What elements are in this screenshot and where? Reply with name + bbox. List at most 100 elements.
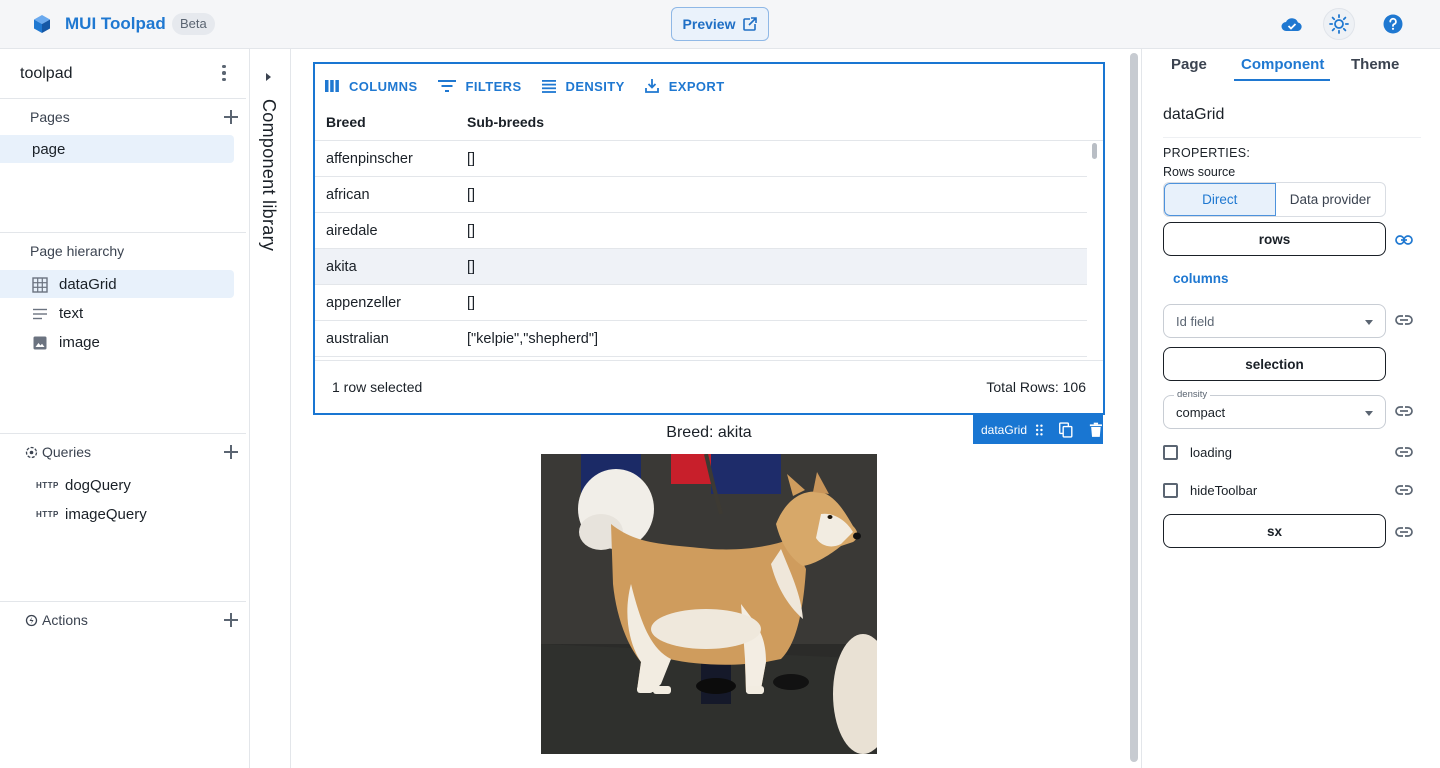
data-grid[interactable]: COLUMNS FILTERS DENSITY EXPORT Breed Sub… xyxy=(313,62,1105,415)
loading-label: loading xyxy=(1190,444,1232,460)
queries-title-label: Queries xyxy=(42,444,92,460)
grid-scrollbar-thumb[interactable] xyxy=(1092,143,1097,159)
hierarchy-item-datagrid[interactable]: dataGrid xyxy=(0,270,234,298)
column-header-breed[interactable]: Breed xyxy=(326,114,366,130)
component-library-strip[interactable]: Component library xyxy=(250,49,291,768)
divider xyxy=(0,601,246,602)
cell-sub-breeds: [] xyxy=(467,150,476,167)
link-off-icon[interactable] xyxy=(1395,446,1413,458)
id-field-select[interactable]: Id field xyxy=(1163,304,1386,338)
open-in-new-icon xyxy=(743,17,758,31)
divider xyxy=(1163,137,1421,138)
link-off-icon[interactable] xyxy=(1395,526,1413,538)
preview-label: Preview xyxy=(682,16,736,32)
breed-text: Breed: akita xyxy=(666,424,752,441)
columns-button[interactable]: COLUMNS xyxy=(325,79,418,94)
link-off-icon[interactable] xyxy=(1395,484,1413,496)
theme-toggle-button[interactable] xyxy=(1323,8,1355,40)
hide-toolbar-checkbox-row[interactable]: hideToolbar xyxy=(1163,480,1257,500)
dog-image xyxy=(541,454,877,754)
beta-badge: Beta xyxy=(172,13,215,35)
project-name: toolpad xyxy=(20,65,73,82)
grid-body: affenpinscher [] african [] airedale [] akita [… xyxy=(315,141,1087,359)
hierarchy-item-text[interactable]: text xyxy=(0,299,234,327)
density-icon xyxy=(541,79,556,93)
help-button[interactable] xyxy=(1377,8,1409,40)
grid-icon xyxy=(32,277,48,293)
actions-title-label: Actions xyxy=(42,612,88,628)
view-column-icon xyxy=(325,80,339,92)
query-item-dogquery[interactable]: HTTP dogQuery xyxy=(0,472,234,498)
density-select[interactable]: density compact xyxy=(1163,389,1386,429)
http-icon: HTTP xyxy=(36,480,59,490)
cell-breed: akita xyxy=(326,258,357,275)
hierarchy-item-image[interactable]: image xyxy=(0,328,234,356)
rows-source-label: Rows source xyxy=(1163,165,1236,179)
rows-source-toggle: Direct Data provider xyxy=(1163,182,1386,217)
rows-source-direct[interactable]: Direct xyxy=(1164,183,1276,216)
hierarchy-item-label: dataGrid xyxy=(59,275,117,293)
rows-source-data-provider[interactable]: Data provider xyxy=(1276,183,1386,216)
component-library-label: Component library xyxy=(259,99,279,252)
page-item-label: page xyxy=(32,140,66,158)
columns-link[interactable]: columns xyxy=(1173,271,1229,286)
add-page-icon[interactable] xyxy=(223,109,239,125)
tab-page[interactable]: Page xyxy=(1171,56,1207,73)
column-header-sub-breeds[interactable]: Sub-breeds xyxy=(467,114,544,130)
canvas-scrollbar[interactable] xyxy=(1130,53,1138,762)
expand-arrow-icon[interactable] xyxy=(266,73,271,81)
query-icon xyxy=(25,446,38,458)
grid-scrollbar[interactable] xyxy=(1090,141,1100,361)
divider xyxy=(0,433,246,434)
more-vert-icon[interactable] xyxy=(216,63,232,83)
table-row[interactable]: african [] xyxy=(315,177,1087,213)
link-off-icon[interactable] xyxy=(1395,405,1413,417)
table-row[interactable]: affenpinscher [] xyxy=(315,141,1087,177)
action-icon xyxy=(25,614,38,626)
query-item-imagequery[interactable]: HTTP imageQuery xyxy=(0,501,234,527)
download-icon xyxy=(644,79,659,93)
pages-title: Pages xyxy=(30,109,70,125)
export-button[interactable]: EXPORT xyxy=(644,79,725,94)
cell-sub-breeds: [] xyxy=(467,222,476,239)
cell-breed: australian xyxy=(326,330,389,347)
id-field-placeholder: Id field xyxy=(1176,313,1215,329)
sx-button[interactable]: sx xyxy=(1163,514,1386,548)
loading-checkbox[interactable] xyxy=(1163,444,1178,460)
editor-canvas: COLUMNS FILTERS DENSITY EXPORT Breed Sub… xyxy=(291,49,1138,768)
hide-toolbar-label: hideToolbar xyxy=(1190,482,1258,498)
link-off-icon[interactable] xyxy=(1395,314,1413,326)
query-item-label: dogQuery xyxy=(65,476,131,494)
table-row[interactable]: australian ["kelpie","shepherd"] xyxy=(315,321,1087,357)
cell-breed: african xyxy=(326,186,370,203)
rows-button[interactable]: rows xyxy=(1163,222,1386,256)
cell-sub-breeds: [] xyxy=(467,294,476,311)
density-floating-label: density xyxy=(1174,389,1211,400)
hierarchy-item-label: image xyxy=(59,333,100,351)
help-icon xyxy=(1383,14,1403,34)
preview-button[interactable]: Preview xyxy=(671,7,769,41)
top-app-bar: MUI Toolpad Beta Preview xyxy=(0,0,1440,49)
grid-header-row: Breed Sub-breeds xyxy=(315,104,1103,141)
density-label: DENSITY xyxy=(565,78,625,94)
page-item[interactable]: page xyxy=(0,135,234,163)
link-icon[interactable] xyxy=(1395,234,1413,246)
density-value: compact xyxy=(1176,404,1226,420)
hide-toolbar-checkbox[interactable] xyxy=(1163,482,1178,498)
density-button[interactable]: DENSITY xyxy=(541,78,625,94)
active-tab-indicator xyxy=(1234,79,1330,81)
tab-theme[interactable]: Theme xyxy=(1351,56,1399,73)
filters-button[interactable]: FILTERS xyxy=(437,79,522,94)
cloud-saved-button[interactable] xyxy=(1276,8,1308,40)
tab-component[interactable]: Component xyxy=(1241,56,1324,73)
cell-sub-breeds: [] xyxy=(467,258,476,275)
selection-button[interactable]: selection xyxy=(1163,347,1386,381)
table-row[interactable]: appenzeller [] xyxy=(315,285,1087,321)
loading-checkbox-row[interactable]: loading xyxy=(1163,442,1232,462)
divider xyxy=(0,232,246,233)
table-row[interactable]: airedale [] xyxy=(315,213,1087,249)
add-action-icon[interactable] xyxy=(223,612,239,628)
add-query-icon[interactable] xyxy=(223,444,239,460)
properties-title: PROPERTIES: xyxy=(1163,146,1251,160)
table-row[interactable]: akita [] xyxy=(315,249,1087,285)
